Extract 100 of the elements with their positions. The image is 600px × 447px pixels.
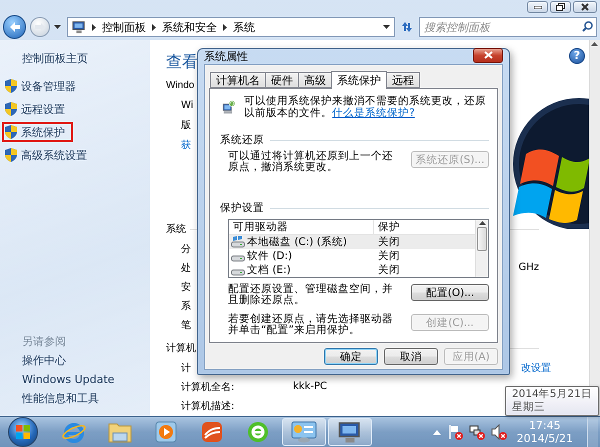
intro-text: 可以使用系统保护来撤消不需要的系统更改，还原以前版本的文件。什么是系统保护? bbox=[244, 95, 488, 119]
group-title: 保护设置 bbox=[220, 201, 264, 215]
column-header[interactable]: 可用驱动器 bbox=[229, 220, 374, 234]
task-label: 系统保护 bbox=[21, 124, 65, 140]
drive-row[interactable]: 本地磁盘 (C:) (系统) 关闭 bbox=[229, 235, 475, 249]
clock-time: 17:45 bbox=[528, 419, 561, 432]
task-link[interactable]: 高级系统设置 bbox=[2, 145, 95, 165]
tab[interactable]: 系统保护 bbox=[331, 71, 387, 89]
speaker-icon[interactable] bbox=[490, 424, 507, 440]
search-field[interactable]: 搜索控制面板 bbox=[419, 17, 597, 37]
property-label: 计算机全名: bbox=[181, 380, 236, 394]
property-label: 处 bbox=[181, 262, 191, 274]
protection-status: 关闭 bbox=[377, 249, 400, 263]
back-button[interactable] bbox=[3, 15, 26, 39]
property-label: 分 bbox=[181, 242, 191, 256]
dialog-title: 系统属性 bbox=[204, 49, 248, 64]
create-description: 若要创建还原点，请先选择驱动器并单击“配置”来启用保护。 bbox=[228, 314, 394, 336]
folder-icon bbox=[108, 421, 132, 443]
property-value: kkk-PC bbox=[293, 381, 327, 392]
scrollbar[interactable] bbox=[589, 40, 600, 416]
see-also-link[interactable]: 性能信息和工具 bbox=[22, 392, 150, 406]
tab[interactable]: 硬件 bbox=[265, 72, 299, 88]
taskbar-button[interactable] bbox=[328, 418, 372, 446]
see-also-link[interactable]: Windows Update bbox=[22, 373, 150, 387]
shield-icon bbox=[5, 148, 17, 162]
forward-arrow-icon bbox=[35, 23, 46, 31]
dialog-button[interactable]: 取消 bbox=[384, 348, 438, 365]
drive-name: 本地磁盘 (C:) (系统) bbox=[247, 235, 347, 249]
see-also-title: 另请参阅 bbox=[22, 335, 67, 349]
tooltip-text: 2014年5月21日 bbox=[512, 388, 592, 401]
configure-button[interactable]: 配置(O)... bbox=[411, 284, 489, 301]
drive-row[interactable]: 软件 (D:) 关闭 bbox=[229, 249, 475, 263]
close-icon bbox=[581, 3, 589, 11]
start-button[interactable] bbox=[8, 417, 38, 447]
network-icon[interactable] bbox=[468, 424, 485, 440]
system-drive-icon bbox=[231, 236, 245, 248]
dropdown-caret-icon bbox=[382, 25, 390, 29]
address-bar[interactable]: 控制面板 系统和安全 系统 bbox=[66, 17, 395, 37]
browser-icon bbox=[62, 420, 86, 444]
computer-icon bbox=[72, 20, 86, 34]
control-panel-icon bbox=[291, 421, 317, 443]
breadcrumb-item[interactable]: 系统和安全 bbox=[162, 20, 217, 34]
drive-row[interactable]: 文档 (E:) 关闭 bbox=[229, 263, 475, 277]
configure-description: 配置还原设置、管理磁盘空间，并且删除还原点。 bbox=[228, 284, 394, 306]
home-link[interactable]: 控制面板主页 bbox=[0, 52, 150, 66]
edition-text: Wi bbox=[180, 99, 194, 113]
show-hidden-icons-icon[interactable] bbox=[432, 430, 441, 434]
caret-icon bbox=[54, 25, 62, 29]
list-scrollbar[interactable] bbox=[475, 220, 488, 277]
protection-status: 关闭 bbox=[377, 235, 400, 249]
edition-text: 版 bbox=[180, 119, 191, 133]
task-label: 高级系统设置 bbox=[21, 148, 87, 162]
see-also-link[interactable]: 操作中心 bbox=[22, 354, 150, 368]
chevron-icon bbox=[222, 24, 227, 30]
dialog-button[interactable]: 确定 bbox=[324, 348, 378, 365]
property-label: 计 bbox=[181, 362, 191, 374]
task-link[interactable]: 设备管理器 bbox=[2, 76, 84, 96]
property-label: 系 bbox=[181, 300, 191, 312]
clock-date: 2014/5/21 bbox=[516, 432, 573, 445]
property-label: 计算机描述: bbox=[181, 400, 234, 412]
shield-icon bbox=[5, 125, 17, 139]
restore-description: 可以通过将计算机还原到上一个还原点，撤消系统更改。 bbox=[228, 151, 394, 173]
tab[interactable]: 计算机名 bbox=[210, 72, 266, 88]
property-value: GHz bbox=[518, 262, 539, 273]
app-icon bbox=[200, 420, 224, 444]
flag-icon[interactable] bbox=[446, 424, 463, 440]
scroll-up-icon bbox=[590, 40, 599, 48]
tab[interactable]: 高级 bbox=[298, 72, 332, 88]
protection-status: 关闭 bbox=[377, 263, 400, 277]
minimize-button[interactable] bbox=[527, 1, 548, 13]
change-settings-link[interactable]: 改设置 bbox=[521, 360, 551, 374]
task-label: 远程设置 bbox=[21, 102, 65, 116]
drive-name: 文档 (E:) bbox=[247, 263, 291, 277]
windows-flag-icon bbox=[15, 424, 31, 440]
task-link[interactable]: 系统保护 bbox=[2, 122, 73, 142]
breadcrumb-item[interactable]: 控制面板 bbox=[102, 20, 146, 34]
property-label: 笔 bbox=[181, 318, 191, 332]
page-heading: 查看 bbox=[166, 52, 198, 72]
help-link[interactable]: 什么是系统保护? bbox=[332, 107, 415, 119]
computer-icon bbox=[338, 420, 362, 444]
chevron-icon bbox=[152, 24, 156, 30]
section-title: 计算机 bbox=[166, 342, 196, 355]
close-icon bbox=[484, 51, 492, 59]
breadcrumb-item[interactable]: 系统 bbox=[232, 20, 255, 34]
scrollbar-thumb[interactable] bbox=[477, 227, 487, 251]
edition-link[interactable]: 获 bbox=[166, 136, 191, 156]
search-icon bbox=[582, 21, 593, 32]
task-link[interactable]: 远程设置 bbox=[2, 99, 73, 119]
edition-title: Windo bbox=[166, 79, 194, 93]
column-header[interactable]: 保护 bbox=[374, 220, 464, 234]
minimize-icon bbox=[534, 6, 542, 8]
tab[interactable]: 远程 bbox=[386, 72, 420, 88]
scroll-up-icon bbox=[478, 220, 486, 225]
taskbar-button[interactable] bbox=[282, 418, 326, 446]
dialog-close-button[interactable] bbox=[473, 48, 503, 62]
section-title: 系统 bbox=[166, 222, 186, 236]
close-button[interactable] bbox=[573, 1, 597, 13]
shield-icon bbox=[5, 79, 17, 93]
tooltip-text: 星期三 bbox=[512, 401, 546, 414]
restore-button[interactable] bbox=[550, 1, 571, 13]
